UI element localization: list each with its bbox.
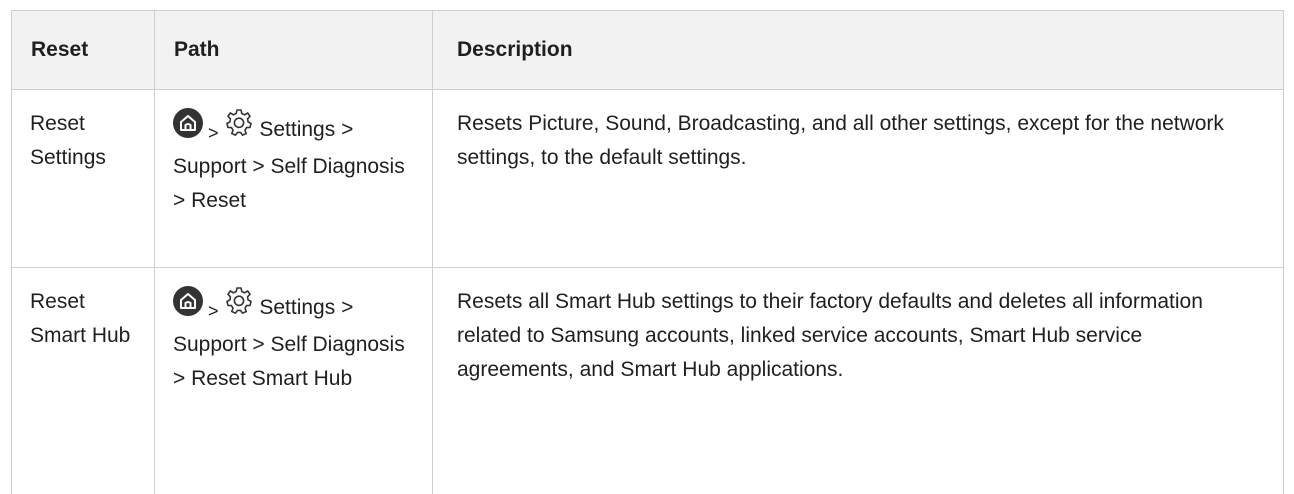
table-row: Reset Smart Hub > Settings > Support > S…	[12, 268, 1284, 494]
header-reset: Reset	[12, 11, 155, 90]
home-icon	[173, 286, 203, 316]
home-icon	[173, 108, 203, 138]
header-path: Path	[155, 11, 433, 90]
path-cell: > Settings > Support > Self Diagnosis > …	[155, 268, 433, 494]
reset-table: Reset Path Description Reset Settings >	[11, 10, 1284, 494]
description-cell: Resets all Smart Hub settings to their f…	[433, 268, 1284, 494]
reset-name-cell: Reset Smart Hub	[12, 268, 155, 494]
gear-icon	[224, 285, 254, 315]
header-description: Description	[433, 11, 1284, 90]
path-separator: >	[208, 301, 219, 321]
description-cell: Resets Picture, Sound, Broadcasting, and…	[433, 90, 1284, 268]
table-row: Reset Settings > Settings > Support > Se…	[12, 90, 1284, 268]
reset-name-cell: Reset Settings	[12, 90, 155, 268]
path-cell: > Settings > Support > Self Diagnosis > …	[155, 90, 433, 268]
path-separator: >	[208, 123, 219, 143]
gear-icon	[224, 107, 254, 137]
table-header-row: Reset Path Description	[12, 11, 1284, 90]
reset-table-container: Reset Path Description Reset Settings >	[11, 10, 1283, 494]
